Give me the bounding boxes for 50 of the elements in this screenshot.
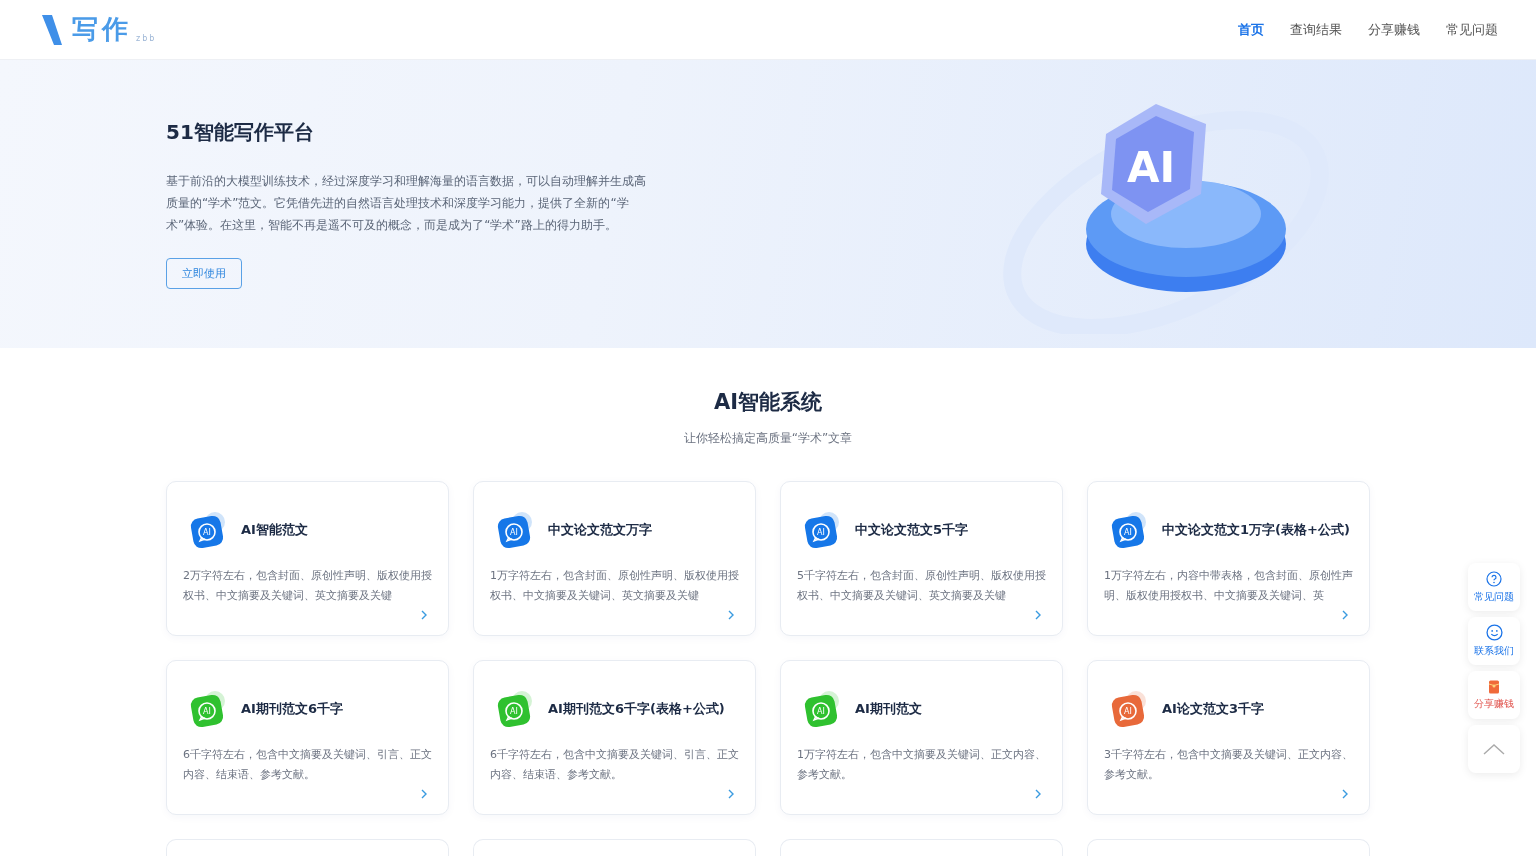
help-icon [1486,570,1502,587]
chevron-right-icon [1034,610,1042,620]
service-card[interactable]: AI AI智能范文 2万字符左右，包含封面、原创性声明、版权使用授权书、中文摘要及关键词、英文摘要及关键 [166,481,449,636]
service-card[interactable]: AI AI期刊范文 1万字符左右，包含中文摘要及关键词、正文内容、参考文献。 [780,660,1063,815]
nav-link[interactable]: 常见问题 [1446,20,1498,39]
card-description: 5千字符左右，包含封面、原创性声明、版权使用授权书、中文摘要及关键词、英文摘要及关键 [797,568,1046,604]
chevron-right-icon [1341,610,1349,620]
side-button[interactable]: 联系我们 [1468,617,1520,665]
hero-description: 基于前沿的大模型训练技术，经过深度学习和理解海量的语言数据，可以自动理解并生成高质量的“学术”范文。它凭借先进的自然语言处理技术和深度学习能力，提供了全新的“学术”体验。在这里，智能不再是遥不可及的概念，而是成为了“学术”路上的得力助手。 [166,173,647,234]
card-title: AI期刊范文6千字 [241,700,343,718]
start-button[interactable]: 立即使用 [166,258,242,289]
back-to-top-button[interactable] [1468,725,1520,773]
section-subtitle: 让你轻松搞定高质量“学术”文章 [683,430,853,447]
service-card[interactable]: AI AI论文范文3千字 3千字符左右，包含中文摘要及关键词、正文内容、参考文献。 [1087,660,1370,815]
chevron-right-icon [727,789,735,799]
card-description: 2万字符左右，包含封面、原创性声明、版权使用授权书、中文摘要及关键词、英文摘要及关键 [183,568,432,604]
chevron-right-icon [420,610,428,620]
chevron-up-icon [1482,742,1506,756]
card-title: AI期刊范文6千字(表格+公式) [548,700,725,718]
envelope-icon [1488,679,1500,694]
side-button[interactable]: 常见问题 [1468,563,1520,611]
card-title: 中文论文范文5千字 [855,521,969,539]
side-button[interactable]: 分享赚钱 [1468,671,1520,719]
service-card[interactable]: AI 中文论文范文1万字(表格+公式) 1万字符左右，内容中带表格，包含封面、原创性声明、版权使用授权书、中文摘要及关键词、英 [1087,481,1370,636]
logo-text: 写作 [72,13,132,46]
card-title: AI论文范文3千字 [1162,700,1264,718]
service-card[interactable]: AI 中文论文范文万字 1万字符左右，包含封面、原创性声明、版权使用授权书、中文摘要及关键词、英文摘要及关键 [473,481,756,636]
section-title: AI智能系统 [713,389,823,416]
card-title: 中文论文范文万字 [548,521,652,539]
chevron-right-icon [420,789,428,799]
nav-link[interactable]: 分享赚钱 [1368,20,1420,39]
service-card[interactable]: AI AI期刊范文6千字(表格+公式) 6千字符左右，包含中文摘要及关键词、引言、正文内容、结束语、参考文献。 [473,660,756,815]
card-description: 6千字符左右，包含中文摘要及关键词、引言、正文内容、结束语、参考文献。 [183,747,432,783]
card-title: AI智能范文 [241,521,308,539]
card-description: 1万字符左右，内容中带表格，包含封面、原创性声明、版权使用授权书、中文摘要及关键词、英 [1104,568,1353,604]
card-description: 3千字符左右，包含中文摘要及关键词、正文内容、参考文献。 [1104,747,1353,783]
logo-subtext: zbb [136,34,157,43]
service-card[interactable]: AI 中文论文范文5千字 5千字符左右，包含封面、原创性声明、版权使用授权书、中文摘要及关键词、英文摘要及关键 [780,481,1063,636]
nav-link[interactable]: 首页 [1238,20,1264,39]
card-description: 1万字符左右，包含中文摘要及关键词、正文内容、参考文献。 [797,747,1046,783]
hero-title: 51智能写作平台 [166,119,314,146]
chevron-right-icon [727,610,735,620]
card-description: 1万字符左右，包含封面、原创性声明、版权使用授权书、中文摘要及关键词、英文摘要及关键 [490,568,739,604]
nav-link[interactable]: 查询结果 [1290,20,1342,39]
card-description: 6千字符左右，包含中文摘要及关键词、引言、正文内容、结束语、参考文献。 [490,747,739,783]
chevron-right-icon [1341,789,1349,799]
service-card[interactable]: AI AI期刊范文6千字 6千字符左右，包含中文摘要及关键词、引言、正文内容、结束语、参考文献。 [166,660,449,815]
card-title: AI期刊范文 [855,700,922,718]
chevron-right-icon [1034,789,1042,799]
card-title: 中文论文范文1万字(表格+公式) [1162,521,1350,539]
